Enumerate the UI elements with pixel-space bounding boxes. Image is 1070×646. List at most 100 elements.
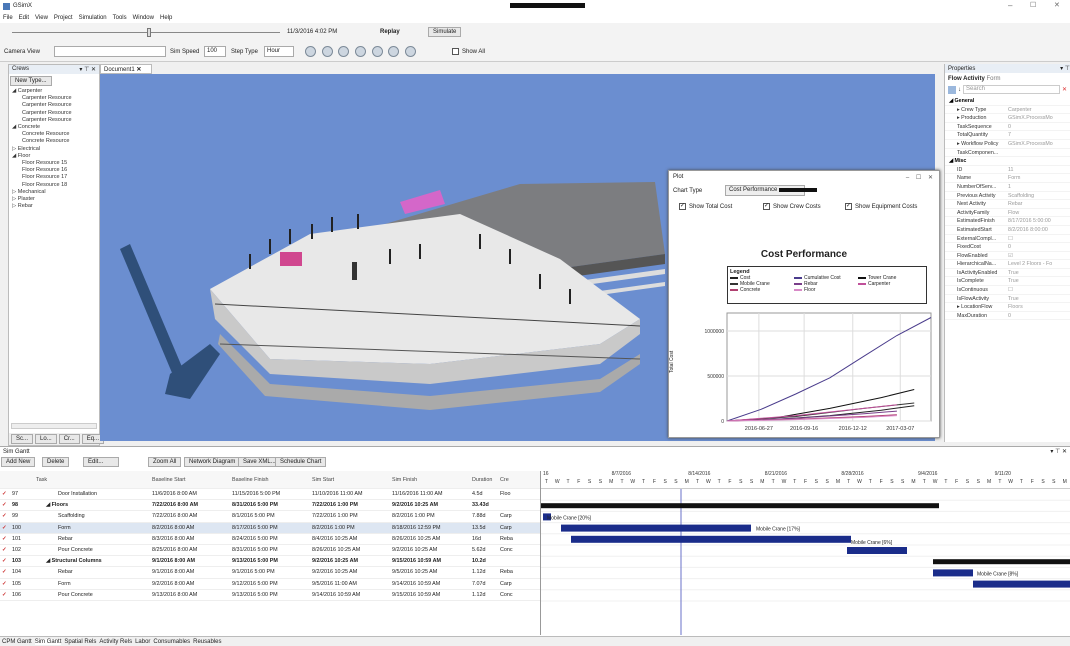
property-row[interactable]: FixedCost 0 <box>945 243 1070 252</box>
replay-label[interactable]: Replay <box>380 29 400 35</box>
property-value[interactable]: ☐ <box>1005 286 1070 294</box>
stop-icon[interactable] <box>355 46 367 57</box>
property-value[interactable]: 8/17/2016 5:00:00 <box>1005 217 1070 225</box>
property-value[interactable]: 1 <box>1005 183 1070 191</box>
tree-item[interactable]: Floor Resource 16 <box>12 167 96 174</box>
col-task[interactable]: Task <box>34 471 150 488</box>
show-crew-checkbox[interactable]: ✓ <box>763 203 770 210</box>
property-row[interactable]: IsFlowActivity True <box>945 295 1070 304</box>
step-forward-icon[interactable] <box>388 46 400 57</box>
tree-item[interactable]: ▷ Plaster <box>12 196 96 203</box>
show-total-checkbox[interactable]: ✓ <box>679 203 686 210</box>
col-duration[interactable]: Duration <box>470 471 498 488</box>
property-row[interactable]: Name Form <box>945 174 1070 183</box>
properties-search-input[interactable]: Search <box>963 85 1060 94</box>
zoom-all-button[interactable]: Zoom All <box>148 457 182 467</box>
tab-reusables[interactable]: Reusables <box>193 639 221 645</box>
table-row[interactable]: ✓ 97 Door Installation 11/6/2016 8:00 AM 11/… <box>0 489 540 501</box>
property-value[interactable]: Scaffolding <box>1005 192 1070 200</box>
property-row[interactable]: ID 11 <box>945 166 1070 175</box>
step-back-icon[interactable] <box>321 46 333 57</box>
document-tab[interactable]: Document1 ✕ <box>100 64 152 74</box>
property-row[interactable]: IsContinuous ☐ <box>945 286 1070 295</box>
property-value[interactable]: Rebar <box>1005 200 1070 208</box>
tree-item[interactable]: Floor Resource 17 <box>12 174 96 181</box>
panel-close-icon[interactable]: ▾ ⊤ ✕ <box>79 66 96 73</box>
property-row[interactable]: FlowEnabled ☑ <box>945 252 1070 261</box>
time-slider[interactable] <box>12 32 280 33</box>
time-slider-thumb[interactable] <box>147 28 151 37</box>
property-row[interactable]: EstimatedFinish 8/17/2016 5:00:00 <box>945 217 1070 226</box>
property-row[interactable]: NumberOfServ... 1 <box>945 183 1070 192</box>
network-diagram-button[interactable]: Network Diagram <box>184 457 241 467</box>
property-value[interactable]: True <box>1005 277 1070 285</box>
skip-end-icon[interactable] <box>405 46 417 57</box>
pin-icon[interactable]: ▾ ⊤ <box>1060 65 1070 72</box>
tree-item[interactable]: Floor Resource 15 <box>12 160 96 167</box>
property-row[interactable]: Previous Activity Scaffolding <box>945 192 1070 201</box>
categorized-icon[interactable] <box>948 85 956 94</box>
tree-item[interactable]: Concrete Resource <box>12 131 96 138</box>
property-value[interactable]: True <box>1005 295 1070 303</box>
property-value[interactable]: 0 <box>1005 123 1070 131</box>
maximize-icon[interactable]: ☐ <box>1030 1 1036 9</box>
property-value[interactable]: 0 <box>1005 312 1070 320</box>
table-row[interactable]: ✓ 99 Scaffolding 7/22/2016 8:00 AM 8/1/2016 … <box>0 511 540 523</box>
gantt-pin-icon[interactable]: ▾ ⊤ ✕ <box>1050 448 1067 455</box>
col-baseline-start[interactable]: Baseline Start <box>150 471 230 488</box>
property-row[interactable]: IsActivityEnabled True <box>945 269 1070 278</box>
table-row[interactable]: ✓ 104 Rebar 9/1/2016 8:00 AM 9/1/2016 5:00 P… <box>0 567 540 579</box>
property-value[interactable]: GSimX.ProcessMo <box>1005 114 1070 122</box>
property-value[interactable]: 0 <box>1005 243 1070 251</box>
play-icon[interactable] <box>371 46 383 57</box>
menu-simulation[interactable]: Simulation <box>79 15 107 21</box>
tab-consumables[interactable]: Consumables <box>153 639 190 645</box>
show-all-checkbox[interactable] <box>452 48 459 55</box>
tab-sc[interactable]: Sc... <box>11 434 34 444</box>
table-row[interactable]: ✓ 103 ◢ Structural Columns 9/1/2016 8:00 AM… <box>0 556 540 568</box>
property-value[interactable]: Level 2 Floors - Fo <box>1005 260 1070 268</box>
table-row[interactable]: ✓ 102 Pour Concrete 8/25/2016 8:00 AM 8/31/2… <box>0 545 540 557</box>
property-row[interactable]: MaxDuration 0 <box>945 312 1070 321</box>
tree-item[interactable]: ◢ Carpenter <box>12 88 96 95</box>
property-value[interactable]: Carpenter <box>1005 106 1070 114</box>
tab-sim-gantt[interactable]: Sim Gantt <box>34 638 62 645</box>
new-type-button[interactable]: New Type... <box>10 76 52 86</box>
edit-button[interactable]: Edit... <box>83 457 119 467</box>
menu-project[interactable]: Project <box>54 15 73 21</box>
add-new-button[interactable]: Add New <box>1 457 36 467</box>
tab-cr[interactable]: Cr... <box>58 434 80 444</box>
minimize-icon[interactable]: – <box>1008 1 1012 10</box>
tree-item[interactable]: Carpenter Resource <box>12 117 96 124</box>
tree-item[interactable]: Carpenter Resource <box>12 95 96 102</box>
property-row[interactable]: TaskComponen... <box>945 149 1070 158</box>
table-row[interactable]: ✓ 98 ◢ Floors 7/22/2016 8:00 AM 8/31/2016 5:… <box>0 500 540 512</box>
skip-start-icon[interactable] <box>305 46 316 57</box>
table-row[interactable]: ✓ 105 Form 9/2/2016 8:00 AM 9/12/2016 5:00 P… <box>0 579 540 590</box>
tab-labor[interactable]: Labor <box>135 639 150 645</box>
property-value[interactable]: Flow <box>1005 209 1070 217</box>
tree-item[interactable]: Carpenter Resource <box>12 110 96 117</box>
property-value[interactable]: ☐ <box>1005 235 1070 243</box>
col-crew[interactable]: Cre <box>498 471 518 488</box>
col-sim-finish[interactable]: Sim Finish <box>390 471 470 488</box>
tab-activity-rels[interactable]: Activity Rels <box>99 639 132 645</box>
property-row[interactable]: TotalQuantity 7 <box>945 131 1070 140</box>
step-type-select[interactable]: Hour <box>264 46 294 57</box>
property-row[interactable]: ◢ General <box>945 97 1070 106</box>
tree-item[interactable]: Carpenter Resource <box>12 102 96 109</box>
table-row[interactable]: ✓ 100 Form 8/2/2016 8:00 AM 8/17/2016 5:00 P… <box>0 522 540 534</box>
property-row[interactable]: TaskSequence 0 <box>945 123 1070 132</box>
tree-item[interactable]: ◢ Floor <box>12 153 96 160</box>
property-value[interactable]: 8/2/2016 8:00:00 <box>1005 226 1070 234</box>
property-value[interactable]: 7 <box>1005 131 1070 139</box>
tree-item[interactable]: ◢ Concrete <box>12 124 96 131</box>
property-row[interactable]: ▸ LocationFlow Floors <box>945 303 1070 312</box>
property-value[interactable] <box>1005 149 1070 157</box>
property-value[interactable]: ☑ <box>1005 252 1070 260</box>
property-row[interactable]: ▸ Crew Type Carpenter <box>945 106 1070 115</box>
sim-speed-input[interactable]: 100 <box>204 46 226 57</box>
property-row[interactable]: ▸ Workflow Policy GSimX.ProcessMo <box>945 140 1070 149</box>
tree-item[interactable]: Floor Resource 18 <box>12 182 96 189</box>
table-row[interactable]: ✓ 101 Rebar 8/3/2016 8:00 AM 8/24/2016 5:00 … <box>0 534 540 545</box>
